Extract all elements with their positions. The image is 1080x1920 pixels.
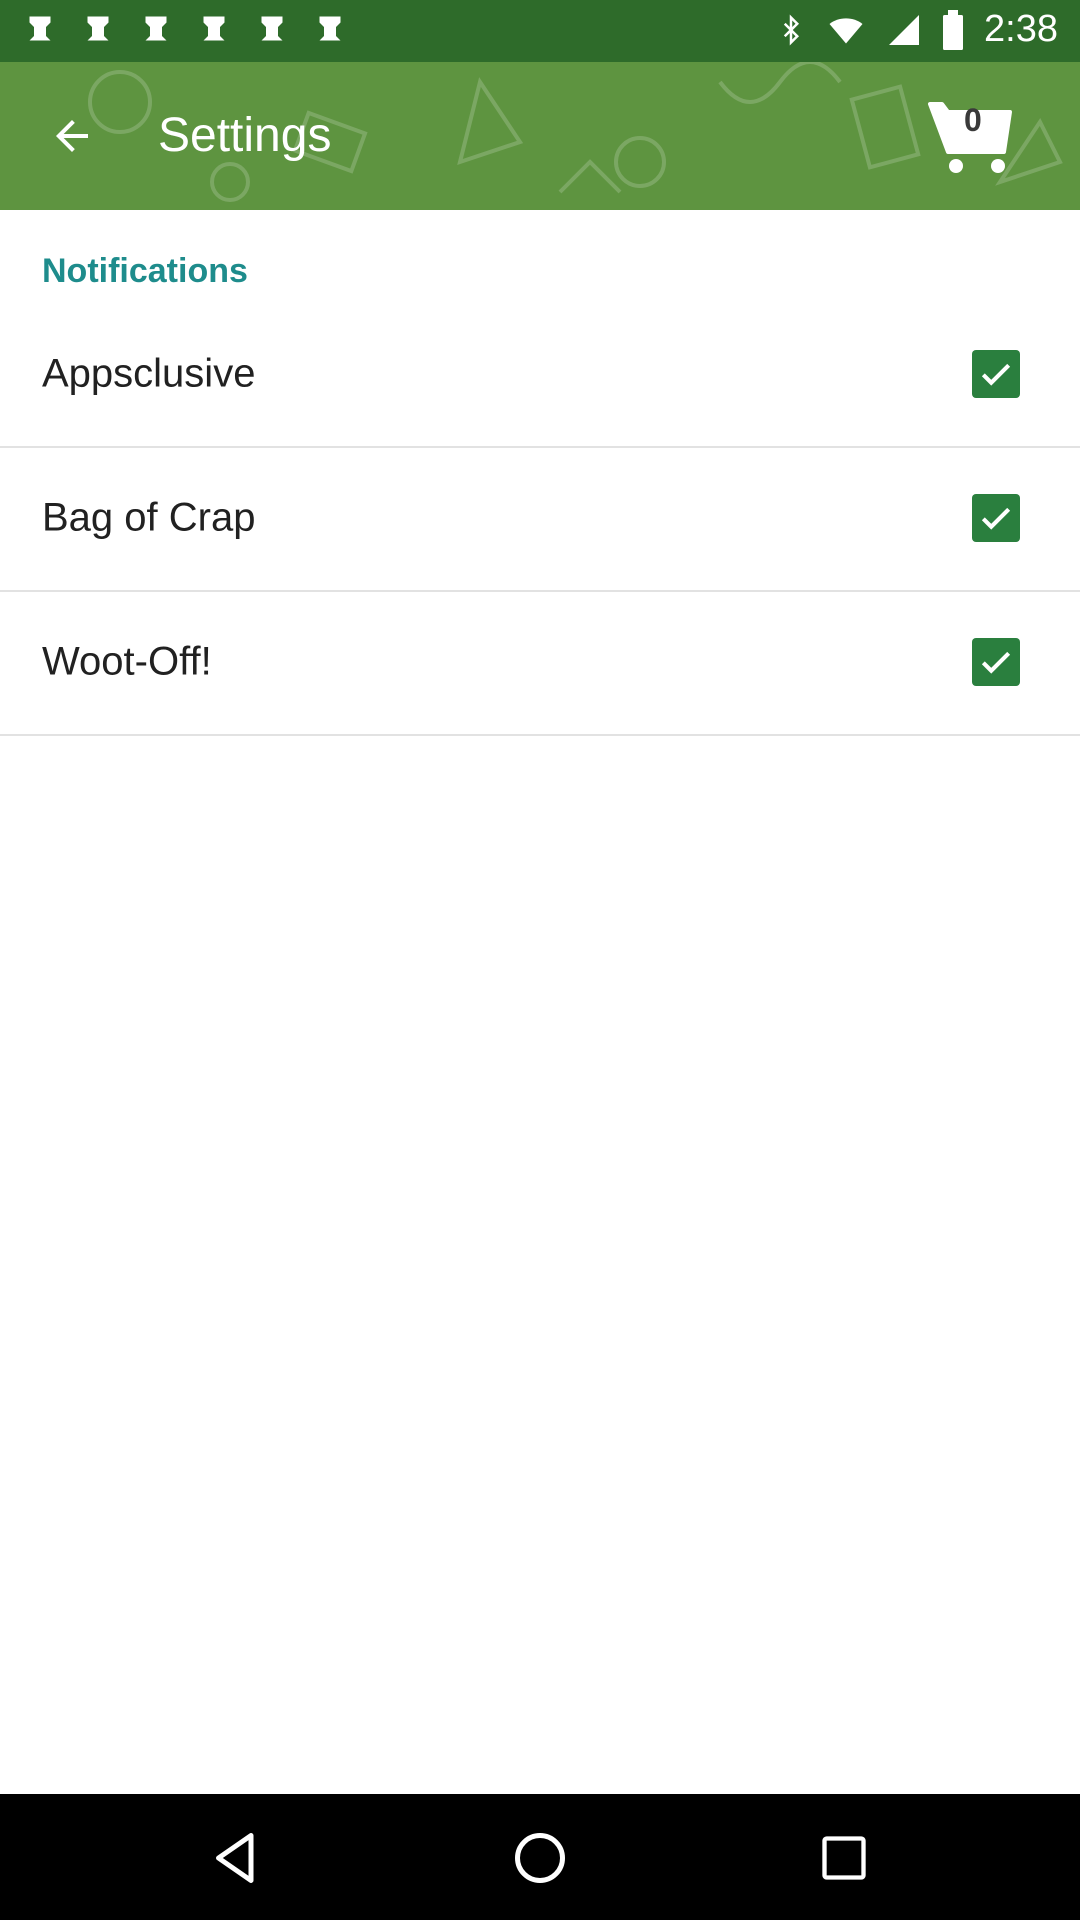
notification-icon xyxy=(29,16,51,41)
notification-icon xyxy=(145,16,167,41)
check-icon xyxy=(981,507,1011,530)
pref-row-woot-off[interactable]: Woot-Off! xyxy=(0,590,1080,736)
checkbox-appsclusive[interactable] xyxy=(972,350,1020,398)
pref-row-bag-of-crap[interactable]: Bag of Crap xyxy=(0,446,1080,592)
status-time: 2:38 xyxy=(984,8,1058,50)
checkbox-woot-off[interactable] xyxy=(972,638,1020,686)
status-bar: 2:38 xyxy=(0,0,1080,62)
pref-label: Woot-Off! xyxy=(42,639,212,684)
status-right-group: 2:38 xyxy=(776,8,1058,51)
signal-icon xyxy=(889,14,920,45)
checkbox-bag-of-crap[interactable] xyxy=(972,494,1020,542)
check-icon xyxy=(981,651,1011,674)
settings-screen: 2:38 Settings 0 Notifications Appsclusiv… xyxy=(0,0,1080,1920)
page-title: Settings xyxy=(158,109,332,162)
notification-icon xyxy=(319,16,341,41)
nav-back-button[interactable] xyxy=(200,1822,272,1894)
battery-icon xyxy=(943,9,964,50)
bluetooth-icon xyxy=(783,13,800,46)
nav-home-icon xyxy=(515,1833,565,1883)
pref-row-appsclusive[interactable]: Appsclusive xyxy=(0,302,1080,448)
check-icon xyxy=(981,363,1011,386)
status-notification-icons xyxy=(22,12,348,48)
nav-home-button[interactable] xyxy=(504,1822,576,1894)
cart-count: 0 xyxy=(964,102,982,138)
back-button[interactable] xyxy=(36,104,108,168)
notification-icon xyxy=(87,16,109,41)
cart-button[interactable]: 0 xyxy=(926,98,1016,178)
app-bar: Settings 0 xyxy=(0,62,1080,210)
pref-label: Appsclusive xyxy=(42,351,256,396)
nav-recent-icon xyxy=(822,1836,866,1880)
notification-icon xyxy=(203,16,225,41)
nav-back-icon xyxy=(216,1833,254,1883)
pref-label: Bag of Crap xyxy=(42,495,256,540)
wifi-icon xyxy=(829,17,863,43)
arrow-back-icon xyxy=(56,120,88,152)
nav-recent-button[interactable] xyxy=(808,1822,880,1894)
notifications-section-header: Notifications xyxy=(42,252,248,290)
system-nav-bar xyxy=(0,1794,1080,1920)
notification-icon xyxy=(261,16,283,41)
